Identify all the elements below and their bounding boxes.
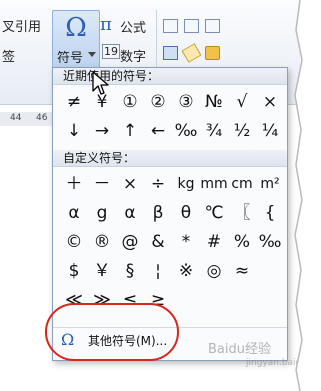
mouse-cursor-icon [92, 71, 109, 95]
symbol-cell[interactable]: θ [172, 199, 200, 228]
symbol-cell[interactable]: α [116, 199, 144, 228]
symbol-cell[interactable]: ‰ [172, 117, 200, 146]
screenshot-stage: 叉引用 签 Ω 符号 π 公式 19 数字 44 46 近期使用的符号： ≠ ¥ ①… [0, 0, 321, 391]
symbol-cell[interactable]: √ [228, 88, 256, 117]
symbol-cell[interactable]: ※ [172, 257, 200, 286]
symbol-cell[interactable]: ℃ [200, 199, 228, 228]
custom-symbols-header: 自定义符号： [53, 150, 287, 167]
symbol-cell[interactable]: ↓ [60, 117, 88, 146]
symbol-cell[interactable]: m² [256, 170, 284, 199]
number-button[interactable]: 数字 [120, 46, 146, 65]
symbol-cell[interactable] [228, 286, 256, 315]
symbol-cell[interactable]: ‰ [256, 228, 284, 257]
symbol-cell[interactable]: × [256, 88, 284, 117]
symbol-button-label: 符号 [57, 51, 84, 66]
document-page-edge [0, 126, 53, 346]
chevron-down-icon[interactable] [88, 52, 96, 57]
symbol-cell[interactable]: cm [228, 170, 256, 199]
text-field-icon[interactable] [163, 46, 178, 60]
formula-button[interactable]: 公式 [120, 17, 146, 36]
sign-label[interactable]: 签 [2, 46, 15, 65]
symbol-cell[interactable]: @ [116, 228, 144, 257]
calendar-icon[interactable] [205, 19, 220, 33]
symbol-cell[interactable]: β [144, 199, 172, 228]
symbol-cell[interactable]: © [60, 228, 88, 257]
eraser-icon[interactable] [181, 43, 202, 63]
watermark-logo: Baidu经验 [208, 342, 271, 357]
symbol-cell[interactable]: % [228, 228, 256, 257]
symbol-cell[interactable]: → [88, 117, 116, 146]
symbol-cell[interactable]: ③ [172, 88, 200, 117]
symbol-cell[interactable]: & [144, 228, 172, 257]
symbol-cell[interactable]: ◎ [200, 257, 228, 286]
symbol-cell[interactable] [256, 257, 284, 286]
symbol-cell[interactable]: mm [200, 170, 228, 199]
symbol-cell[interactable]: ÷ [144, 170, 172, 199]
symbol-cell[interactable]: № [200, 88, 228, 117]
symbol-cell[interactable]: ￥ [88, 257, 116, 286]
omega-icon: Ω [65, 13, 87, 43]
symbol-cell[interactable]: g [88, 199, 116, 228]
symbol-cell[interactable]: ← [144, 117, 172, 146]
ruler: 44 46 [0, 112, 52, 127]
red-highlight-ellipse [45, 303, 179, 361]
cross-reference-label[interactable]: 叉引用 [2, 16, 41, 35]
symbol-cell[interactable]: ≈ [228, 257, 256, 286]
symbol-cell[interactable]: ↑ [116, 117, 144, 146]
symbol-cell[interactable]: ② [144, 88, 172, 117]
symbol-cell[interactable] [200, 286, 228, 315]
symbol-cell[interactable]: $ [60, 257, 88, 286]
recent-symbols-header: 近期使用的符号： [53, 68, 287, 85]
symbol-cell[interactable]: ¼ [256, 117, 284, 146]
symbol-cell[interactable]: ¾ [200, 117, 228, 146]
ribbon-divider [156, 10, 157, 70]
custom-symbols-grid: ＋－ × ÷ kg mm cm m² α g α β θ ℃ 〖{© ® @ & * #% ‰ $ ￥ § ¦ ※ ◎ ≈ ≪ ≫ ≤ ≥ [60, 170, 284, 315]
symbol-cell[interactable]: { [256, 199, 284, 228]
symbol-cell[interactable]: ® [88, 228, 116, 257]
symbol-cell[interactable]: § [116, 257, 144, 286]
pi-icon: π [100, 14, 112, 35]
symbol-cell[interactable]: × [116, 170, 144, 199]
lock-icon[interactable] [205, 46, 220, 60]
symbol-cell[interactable]: 〖 [228, 199, 256, 228]
ruler-number: 46 [36, 113, 48, 123]
table-icon[interactable] [163, 19, 178, 33]
ruler-number: 44 [10, 113, 22, 123]
symbol-cell[interactable]: ＋ [60, 170, 88, 199]
symbol-cell[interactable]: ≠ [60, 88, 88, 117]
torn-paper-edge [290, 0, 321, 391]
number-icon: 19 [102, 44, 120, 59]
symbol-cell[interactable]: # [200, 228, 228, 257]
symbol-cell[interactable]: ① [116, 88, 144, 117]
symbol-cell[interactable] [172, 286, 200, 315]
symbol-button[interactable]: Ω 符号 [52, 10, 100, 70]
symbol-cell[interactable]: ¦ [144, 257, 172, 286]
symbol-cell[interactable]: α [60, 199, 88, 228]
symbol-cell[interactable]: ½ [228, 117, 256, 146]
symbol-cell[interactable]: * [172, 228, 200, 257]
symbol-cell[interactable]: kg [172, 170, 200, 199]
symbol-cell[interactable]: － [88, 170, 116, 199]
symbol-cell[interactable] [256, 286, 284, 315]
form-check-icon[interactable] [184, 19, 199, 33]
